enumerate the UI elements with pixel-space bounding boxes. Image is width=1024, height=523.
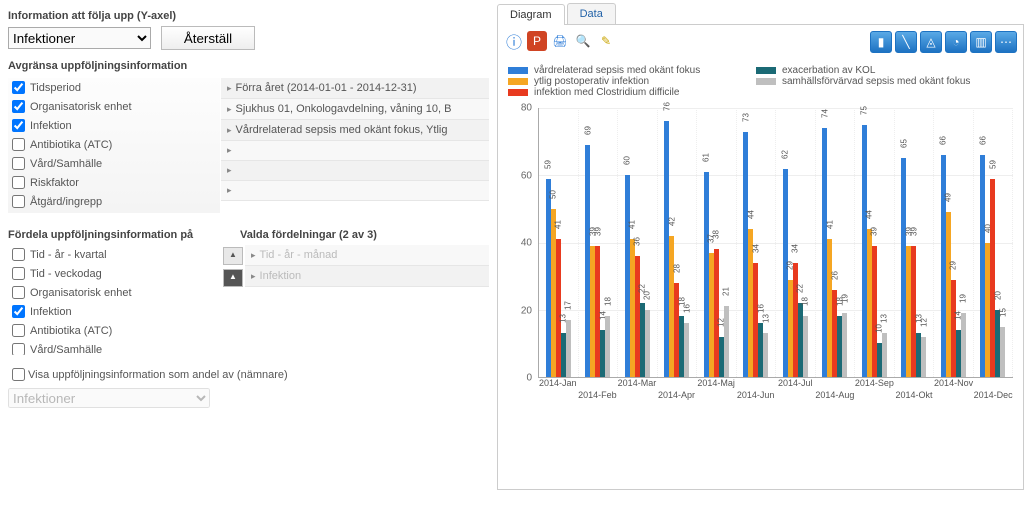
filter-check-tidsperiod[interactable]: Tidsperiod (8, 78, 220, 97)
bar[interactable]: 13 (882, 333, 887, 377)
share-checkbox[interactable] (12, 368, 25, 381)
filter-check-antibiotika[interactable]: Antibiotika (ATC) (8, 135, 220, 154)
dist-check-list: Tid - år - kvartal Tid - veckodag Organi… (8, 245, 223, 355)
bar-group: 6939391418 (579, 108, 619, 377)
filter-check-atgard[interactable]: Åtgärd/ingrepp (8, 192, 220, 211)
bar-group: 7544391013 (855, 108, 895, 377)
chevron-right-icon: ▸ (227, 165, 232, 176)
dist-check-antibiotika[interactable]: Antibiotika (ATC) (8, 321, 223, 340)
bar-group: 6649291419 (934, 108, 974, 377)
bar[interactable]: 19 (842, 313, 847, 377)
filter-title: Avgränsa uppföljningsinformation (8, 60, 489, 72)
barchart-icon[interactable]: ▮ (870, 31, 892, 53)
breadcrumb-row[interactable]: ▸Sjukhus 01, Onkologavdelning, våning 10… (221, 99, 489, 120)
piechart-icon[interactable]: ◔ (945, 31, 967, 53)
chosen-list: ▸Tid - år - månad ▸Infektion (245, 245, 489, 355)
breadcrumb-row[interactable]: ▸ (221, 141, 489, 161)
bar-group: 6041362220 (618, 108, 658, 377)
bar[interactable]: 13 (763, 333, 768, 377)
tab-diagram[interactable]: Diagram (497, 4, 565, 25)
info-icon[interactable]: ⓘ (504, 31, 524, 51)
chosen-row[interactable]: ▸Tid - år - månad (245, 245, 489, 266)
bar-group: 6640592015 (974, 108, 1014, 377)
dist-check-vard[interactable]: Vård/Samhälle (8, 340, 223, 355)
bar-group: 6539391312 (895, 108, 935, 377)
dist-check-veckodag[interactable]: Tid - veckodag (8, 264, 223, 283)
legend: vårdrelaterad sepsis med okänt fokus exac… (504, 59, 1017, 108)
stackedbar-icon[interactable]: ▥ (970, 31, 992, 53)
bar[interactable]: 15 (1000, 327, 1005, 377)
zoom-icon[interactable]: 🔍 (573, 31, 593, 51)
bar-group: 7441261819 (816, 108, 856, 377)
bar[interactable]: 18 (605, 316, 610, 377)
dist-check-kvartal[interactable]: Tid - år - kvartal (8, 245, 223, 264)
legend-item[interactable]: samhällsförvärvad sepsis med okänt fokus (756, 76, 986, 87)
tab-data[interactable]: Data (567, 3, 616, 24)
filter-check-list: Tidsperiod Organisatorisk enhet Infektio… (8, 78, 221, 213)
bar[interactable]: 17 (566, 320, 571, 377)
bar-group: 5950411317 (539, 108, 579, 377)
print-icon[interactable]: 🖨 (550, 31, 570, 51)
reset-button[interactable]: Återställ (161, 26, 255, 50)
filter-check-riskfaktor[interactable]: Riskfaktor (8, 173, 220, 192)
chosen-title: Valda fördelningar (2 av 3) (240, 229, 377, 241)
breadcrumb-row[interactable]: ▸Förra året (2014-01-01 - 2014-12-31) (221, 78, 489, 99)
chart-panel: ⓘ P 🖨 🔍 ✎ ▮ ╲ ◬ ◔ ▥ ⋯ vårdrelaterad seps… (497, 25, 1024, 490)
chevron-right-icon: ▸ (227, 185, 232, 196)
dist-check-infektion[interactable]: Infektion (8, 302, 223, 321)
powerpoint-icon[interactable]: P (527, 31, 547, 51)
move-down-button[interactable]: ▲ (223, 269, 243, 287)
dist-check-orgenhet[interactable]: Organisatorisk enhet (8, 283, 223, 302)
breadcrumb-list: ▸Förra året (2014-01-01 - 2014-12-31) ▸S… (221, 78, 489, 213)
bar[interactable]: 19 (961, 313, 966, 377)
filter-check-vard[interactable]: Vård/Samhälle (8, 154, 220, 173)
yaxis-select[interactable]: Infektioner (8, 27, 151, 49)
bar[interactable]: 16 (684, 323, 689, 377)
bar[interactable]: 12 (921, 337, 926, 377)
areachart-icon[interactable]: ◬ (920, 31, 942, 53)
chevron-right-icon: ▸ (227, 125, 232, 136)
bar[interactable]: 21 (724, 306, 729, 377)
chosen-row[interactable]: ▸Infektion (245, 266, 489, 287)
breadcrumb-row[interactable]: ▸ (221, 181, 489, 201)
bar[interactable]: 20 (645, 310, 650, 377)
legend-item[interactable]: ytlig postoperativ infektion (508, 76, 738, 87)
linechart-icon[interactable]: ╲ (895, 31, 917, 53)
distribute-title: Fördela uppföljningsinformation på (8, 229, 240, 241)
yaxis-label: Information att följa upp (Y-axel) (8, 10, 489, 22)
breadcrumb-row[interactable]: ▸ (221, 161, 489, 181)
bar[interactable]: 18 (803, 316, 808, 377)
legend-item[interactable]: vårdrelaterad sepsis med okänt fokus (508, 65, 738, 76)
chevron-right-icon: ▸ (227, 145, 232, 156)
move-up-button[interactable]: ▲ (223, 247, 243, 265)
legend-item[interactable]: exacerbation av KOL (756, 65, 986, 76)
chevron-right-icon: ▸ (227, 83, 232, 94)
chevron-right-icon: ▸ (251, 271, 256, 282)
filter-check-orgenhet[interactable]: Organisatorisk enhet (8, 97, 220, 116)
share-label: Visa uppföljningsinformation som andel a… (28, 369, 288, 381)
bar-group: 7642281816 (658, 108, 698, 377)
bar-group: 6229342218 (776, 108, 816, 377)
filter-check-infektion[interactable]: Infektion (8, 116, 220, 135)
otherchart-icon[interactable]: ⋯ (995, 31, 1017, 53)
chevron-right-icon: ▸ (227, 104, 232, 115)
bar-group: 7344341613 (737, 108, 777, 377)
share-select: Infektioner (8, 388, 210, 408)
legend-item[interactable]: infektion med Clostridium difficile (508, 87, 738, 98)
breadcrumb-row[interactable]: ▸Vårdrelaterad sepsis med okänt fokus, Y… (221, 120, 489, 141)
chart-area: 020406080 595041131769393914186041362220… (508, 108, 1013, 408)
edit-icon[interactable]: ✎ (596, 31, 616, 51)
chevron-right-icon: ▸ (251, 250, 256, 261)
bar-group: 6137381221 (697, 108, 737, 377)
